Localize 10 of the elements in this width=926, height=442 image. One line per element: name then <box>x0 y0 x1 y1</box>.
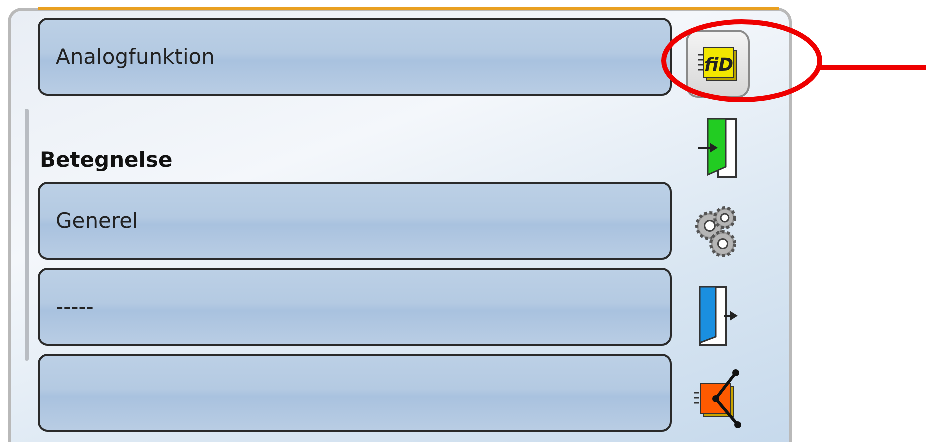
name-field[interactable] <box>38 354 672 432</box>
scrollbar[interactable] <box>25 109 29 361</box>
section-label: Betegnelse <box>40 148 174 172</box>
node-graph-icon[interactable] <box>692 369 744 431</box>
function-button[interactable]: fiD <box>686 30 750 98</box>
output-door-icon[interactable] <box>696 285 740 347</box>
name-field[interactable]: Generel <box>38 182 672 260</box>
function-field[interactable]: Analogfunktion <box>38 18 672 96</box>
input-door-icon[interactable] <box>696 117 740 179</box>
name-field[interactable]: ----- <box>38 268 672 346</box>
